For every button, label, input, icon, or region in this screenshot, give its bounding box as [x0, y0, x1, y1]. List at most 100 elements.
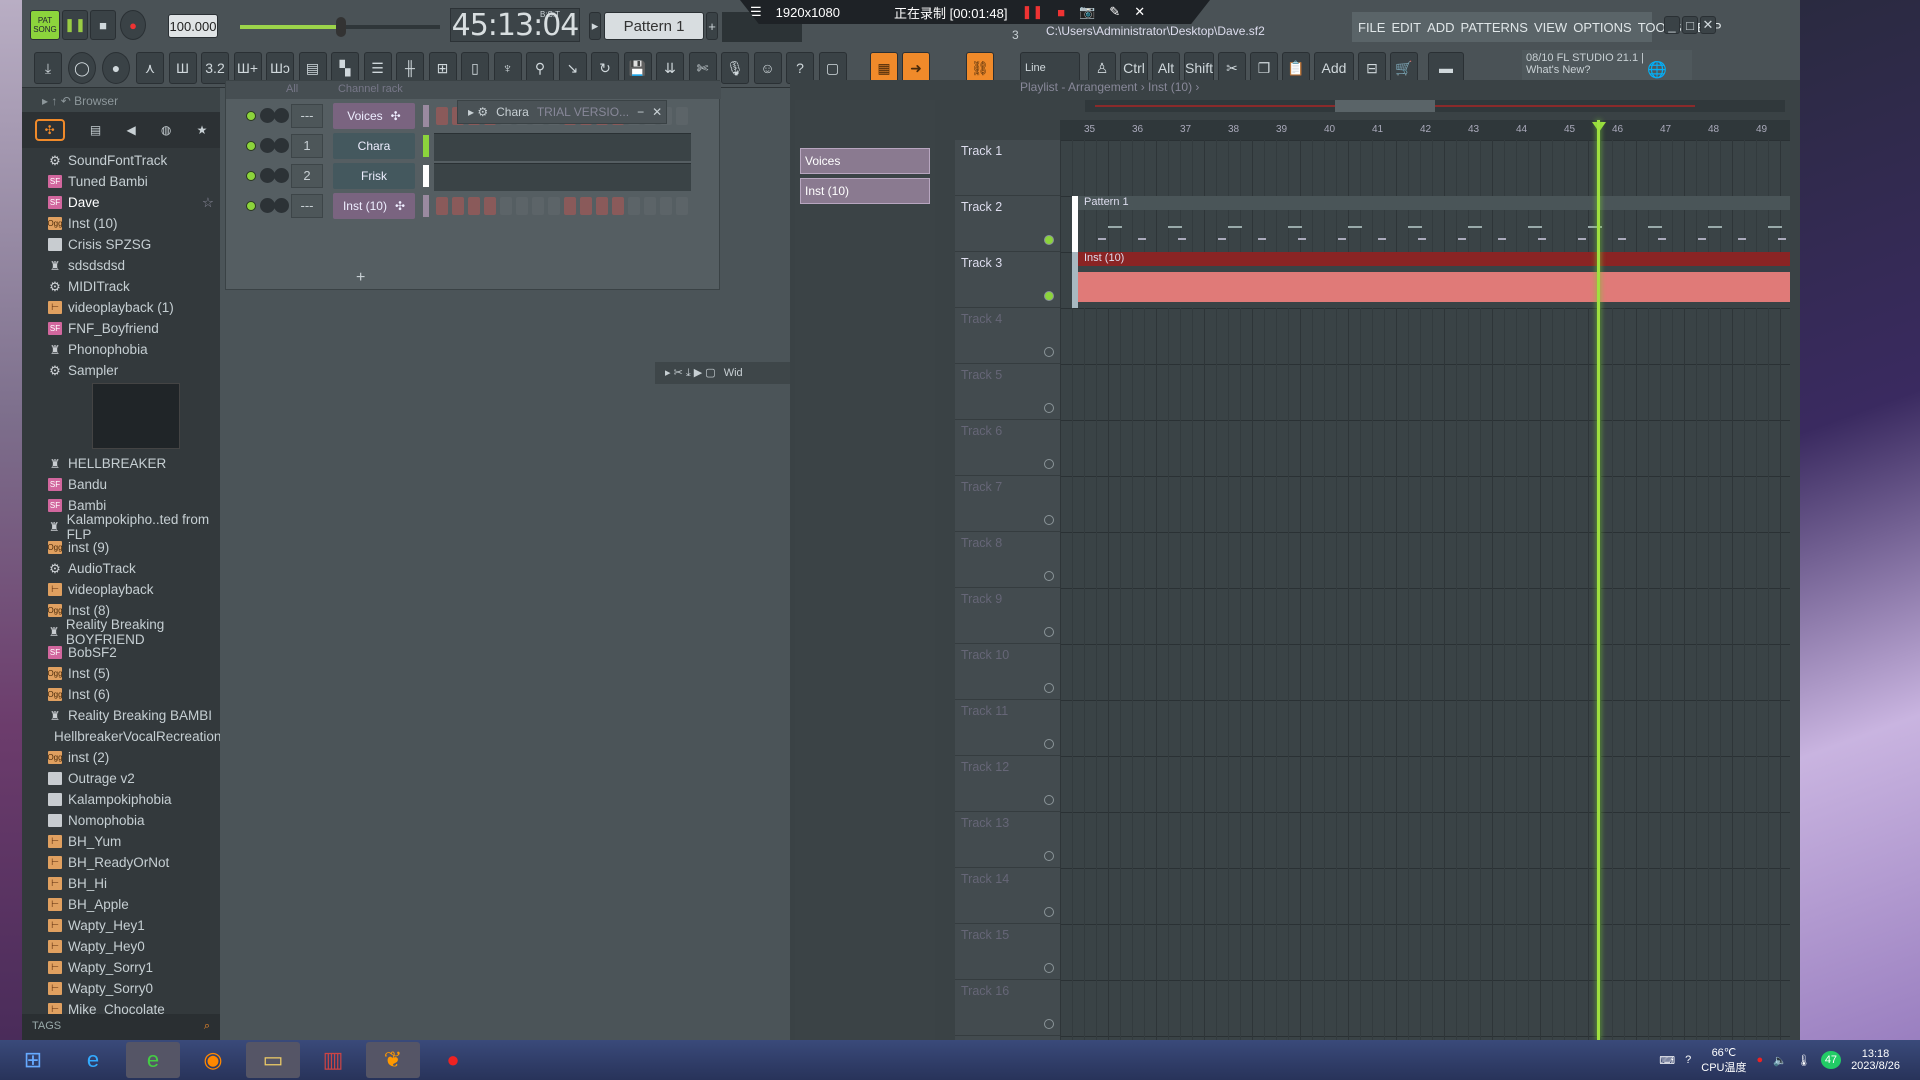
star-tab-icon[interactable]: ★ [197, 123, 208, 137]
clock[interactable]: 13:18 2023/8/26 [1851, 1048, 1900, 1072]
browser-item[interactable]: ⊢ Wapty_Hey1 [22, 915, 220, 936]
browser-item[interactable]: SF FNF_Boyfriend [22, 318, 220, 339]
browser-item[interactable]: ⚙ AudioTrack [22, 558, 220, 579]
menu-options[interactable]: OPTIONS [1573, 20, 1632, 35]
track-header[interactable]: Track 3 [955, 252, 1060, 308]
track-mute-button[interactable] [1044, 459, 1054, 469]
step-button[interactable] [548, 197, 560, 215]
mixer-track-number[interactable]: --- [291, 194, 323, 218]
browser-item[interactable]: ⚙ Sampler [22, 360, 220, 381]
track-header[interactable]: Track 14 [955, 868, 1060, 924]
mute-led[interactable] [246, 201, 256, 211]
globe-tab-icon[interactable]: ◍ [161, 123, 171, 137]
stop-button[interactable]: ■ [90, 10, 116, 40]
playlist-grid[interactable]: Pattern 1 Inst (10) [1060, 140, 1790, 1040]
record-tray-icon[interactable]: ● [1756, 1054, 1763, 1066]
pen-icon[interactable]: ✎ [1109, 4, 1120, 20]
track-mute-button[interactable] [1044, 403, 1054, 413]
track-mute-button[interactable] [1044, 347, 1054, 357]
menu-edit[interactable]: EDIT [1391, 20, 1421, 35]
channel-select-indicator[interactable] [423, 105, 429, 127]
record-button[interactable]: ● [120, 10, 146, 40]
channel-row[interactable]: 2 Frisk [236, 163, 716, 191]
browser-item[interactable]: ⊢ videoplayback (1) [22, 297, 220, 318]
tempo-field[interactable]: 100.000 [168, 14, 218, 38]
channel-select-indicator[interactable] [423, 135, 429, 157]
mixer-track-number[interactable]: --- [291, 104, 323, 128]
pause-recording-icon[interactable]: ❚❚ [1021, 4, 1043, 20]
playlist-scrollbar[interactable] [1085, 100, 1785, 112]
menu-add[interactable]: ADD [1427, 20, 1454, 35]
track-mute-button[interactable] [1044, 907, 1054, 917]
timeline-ruler[interactable]: 35 36 37 38 39 40 41 42 43 44 45 46 47 48 49 [1060, 120, 1790, 140]
track-mute-button[interactable] [1044, 291, 1054, 301]
browser-item[interactable]: ⊢ BH_Apple [22, 894, 220, 915]
fl-studio-icon[interactable]: ❦ [366, 1042, 420, 1078]
track-header[interactable]: Track 11 [955, 700, 1060, 756]
browser-item[interactable]: ⚙ MIDITrack [22, 276, 220, 297]
browser-item[interactable]: ⊢ Wapty_Sorry0 [22, 978, 220, 999]
download-icon[interactable]: ⤓ [34, 52, 62, 84]
track-header[interactable]: Track 5 [955, 364, 1060, 420]
camera-icon[interactable]: 📷 [1079, 4, 1095, 20]
pan-knob[interactable] [260, 108, 275, 123]
track-mute-button[interactable] [1044, 1019, 1054, 1029]
browser-item[interactable]: ♜ Kalampokipho..ted from FLP [22, 512, 220, 542]
browser-item[interactable]: ♜ sdsdsdsd [22, 255, 220, 276]
browser-item[interactable]: ⊢ videoplayback [22, 579, 220, 600]
globe-icon[interactable]: 🌐 [1647, 60, 1667, 80]
volume-icon[interactable]: 🔈 [1773, 1054, 1787, 1067]
track-header[interactable]: Track 12 [955, 756, 1060, 812]
picker-clip[interactable]: Inst (10) [800, 178, 930, 204]
step-button[interactable] [676, 197, 688, 215]
step-button[interactable] [596, 197, 608, 215]
help-icon[interactable]: ? [1685, 1054, 1691, 1066]
playhead[interactable] [1596, 120, 1600, 1040]
browser-item[interactable]: ⊢ BH_ReadyOrNot [22, 852, 220, 873]
pan-knob[interactable] [260, 168, 275, 183]
favorite-star-icon[interactable]: ☆ [202, 195, 214, 211]
winrar-icon[interactable]: ▥ [306, 1042, 360, 1078]
recorder-icon[interactable]: ● [426, 1042, 480, 1078]
step-button[interactable] [532, 197, 544, 215]
menu-file[interactable]: FILE [1358, 20, 1385, 35]
browser-item[interactable]: Crisis SPZSG [22, 234, 220, 255]
browser-item[interactable]: Ogg Inst (10) [22, 213, 220, 234]
master-pitch-knob[interactable]: ◯ [68, 52, 96, 84]
browser-item[interactable]: Nomophobia [22, 810, 220, 831]
channel-button[interactable]: Inst (10) ✣ [333, 193, 415, 219]
browser-item[interactable]: HellbreakerVocalRecreation [22, 726, 221, 747]
channel-select-indicator[interactable] [423, 165, 429, 187]
close-button[interactable]: ✕ [1700, 16, 1716, 34]
close-plugin-icon[interactable]: ✕ [652, 105, 662, 119]
mixer-track-number[interactable]: 1 [291, 134, 323, 158]
volume-knob[interactable] [274, 138, 289, 153]
keyboard-icon[interactable]: ⌨ [1659, 1054, 1675, 1067]
tray-badge[interactable]: 47 [1820, 1051, 1842, 1069]
step-button[interactable] [676, 107, 688, 125]
channel-button[interactable]: Chara [333, 133, 415, 159]
track-header[interactable]: Track 6 [955, 420, 1060, 476]
step-button[interactable] [660, 197, 672, 215]
speaker-tab-icon[interactable]: ◀ [126, 123, 135, 137]
search-icon[interactable]: ⌕ [204, 1020, 210, 1033]
browser-item[interactable]: SF Dave ☆ [22, 192, 220, 213]
mute-led[interactable] [246, 171, 256, 181]
track-mute-button[interactable] [1044, 571, 1054, 581]
track-header[interactable]: Track 1 [955, 140, 1060, 196]
track-header[interactable]: Track 13 [955, 812, 1060, 868]
channel-select-indicator[interactable] [423, 195, 429, 217]
tempo-tap-icon[interactable]: Ш [168, 52, 197, 84]
browser-item[interactable]: Ogg inst (9) [22, 537, 220, 558]
volume-knob[interactable] [274, 168, 289, 183]
picker-clip[interactable]: Voices [800, 148, 930, 174]
track-mute-button[interactable] [1044, 515, 1054, 525]
track-header[interactable]: Track 7 [955, 476, 1060, 532]
piano-roll-preview[interactable] [434, 133, 691, 161]
pat-song-toggle[interactable]: PAT SONG [30, 10, 60, 40]
channel-button[interactable]: Frisk [333, 163, 415, 189]
playlist-clip[interactable]: Pattern 1 [1072, 196, 1790, 252]
file-explorer-icon[interactable]: ▭ [246, 1042, 300, 1078]
browser-item[interactable]: ⊢ Wapty_Hey0 [22, 936, 220, 957]
browser-item[interactable]: ⊢ BH_Hi [22, 873, 220, 894]
